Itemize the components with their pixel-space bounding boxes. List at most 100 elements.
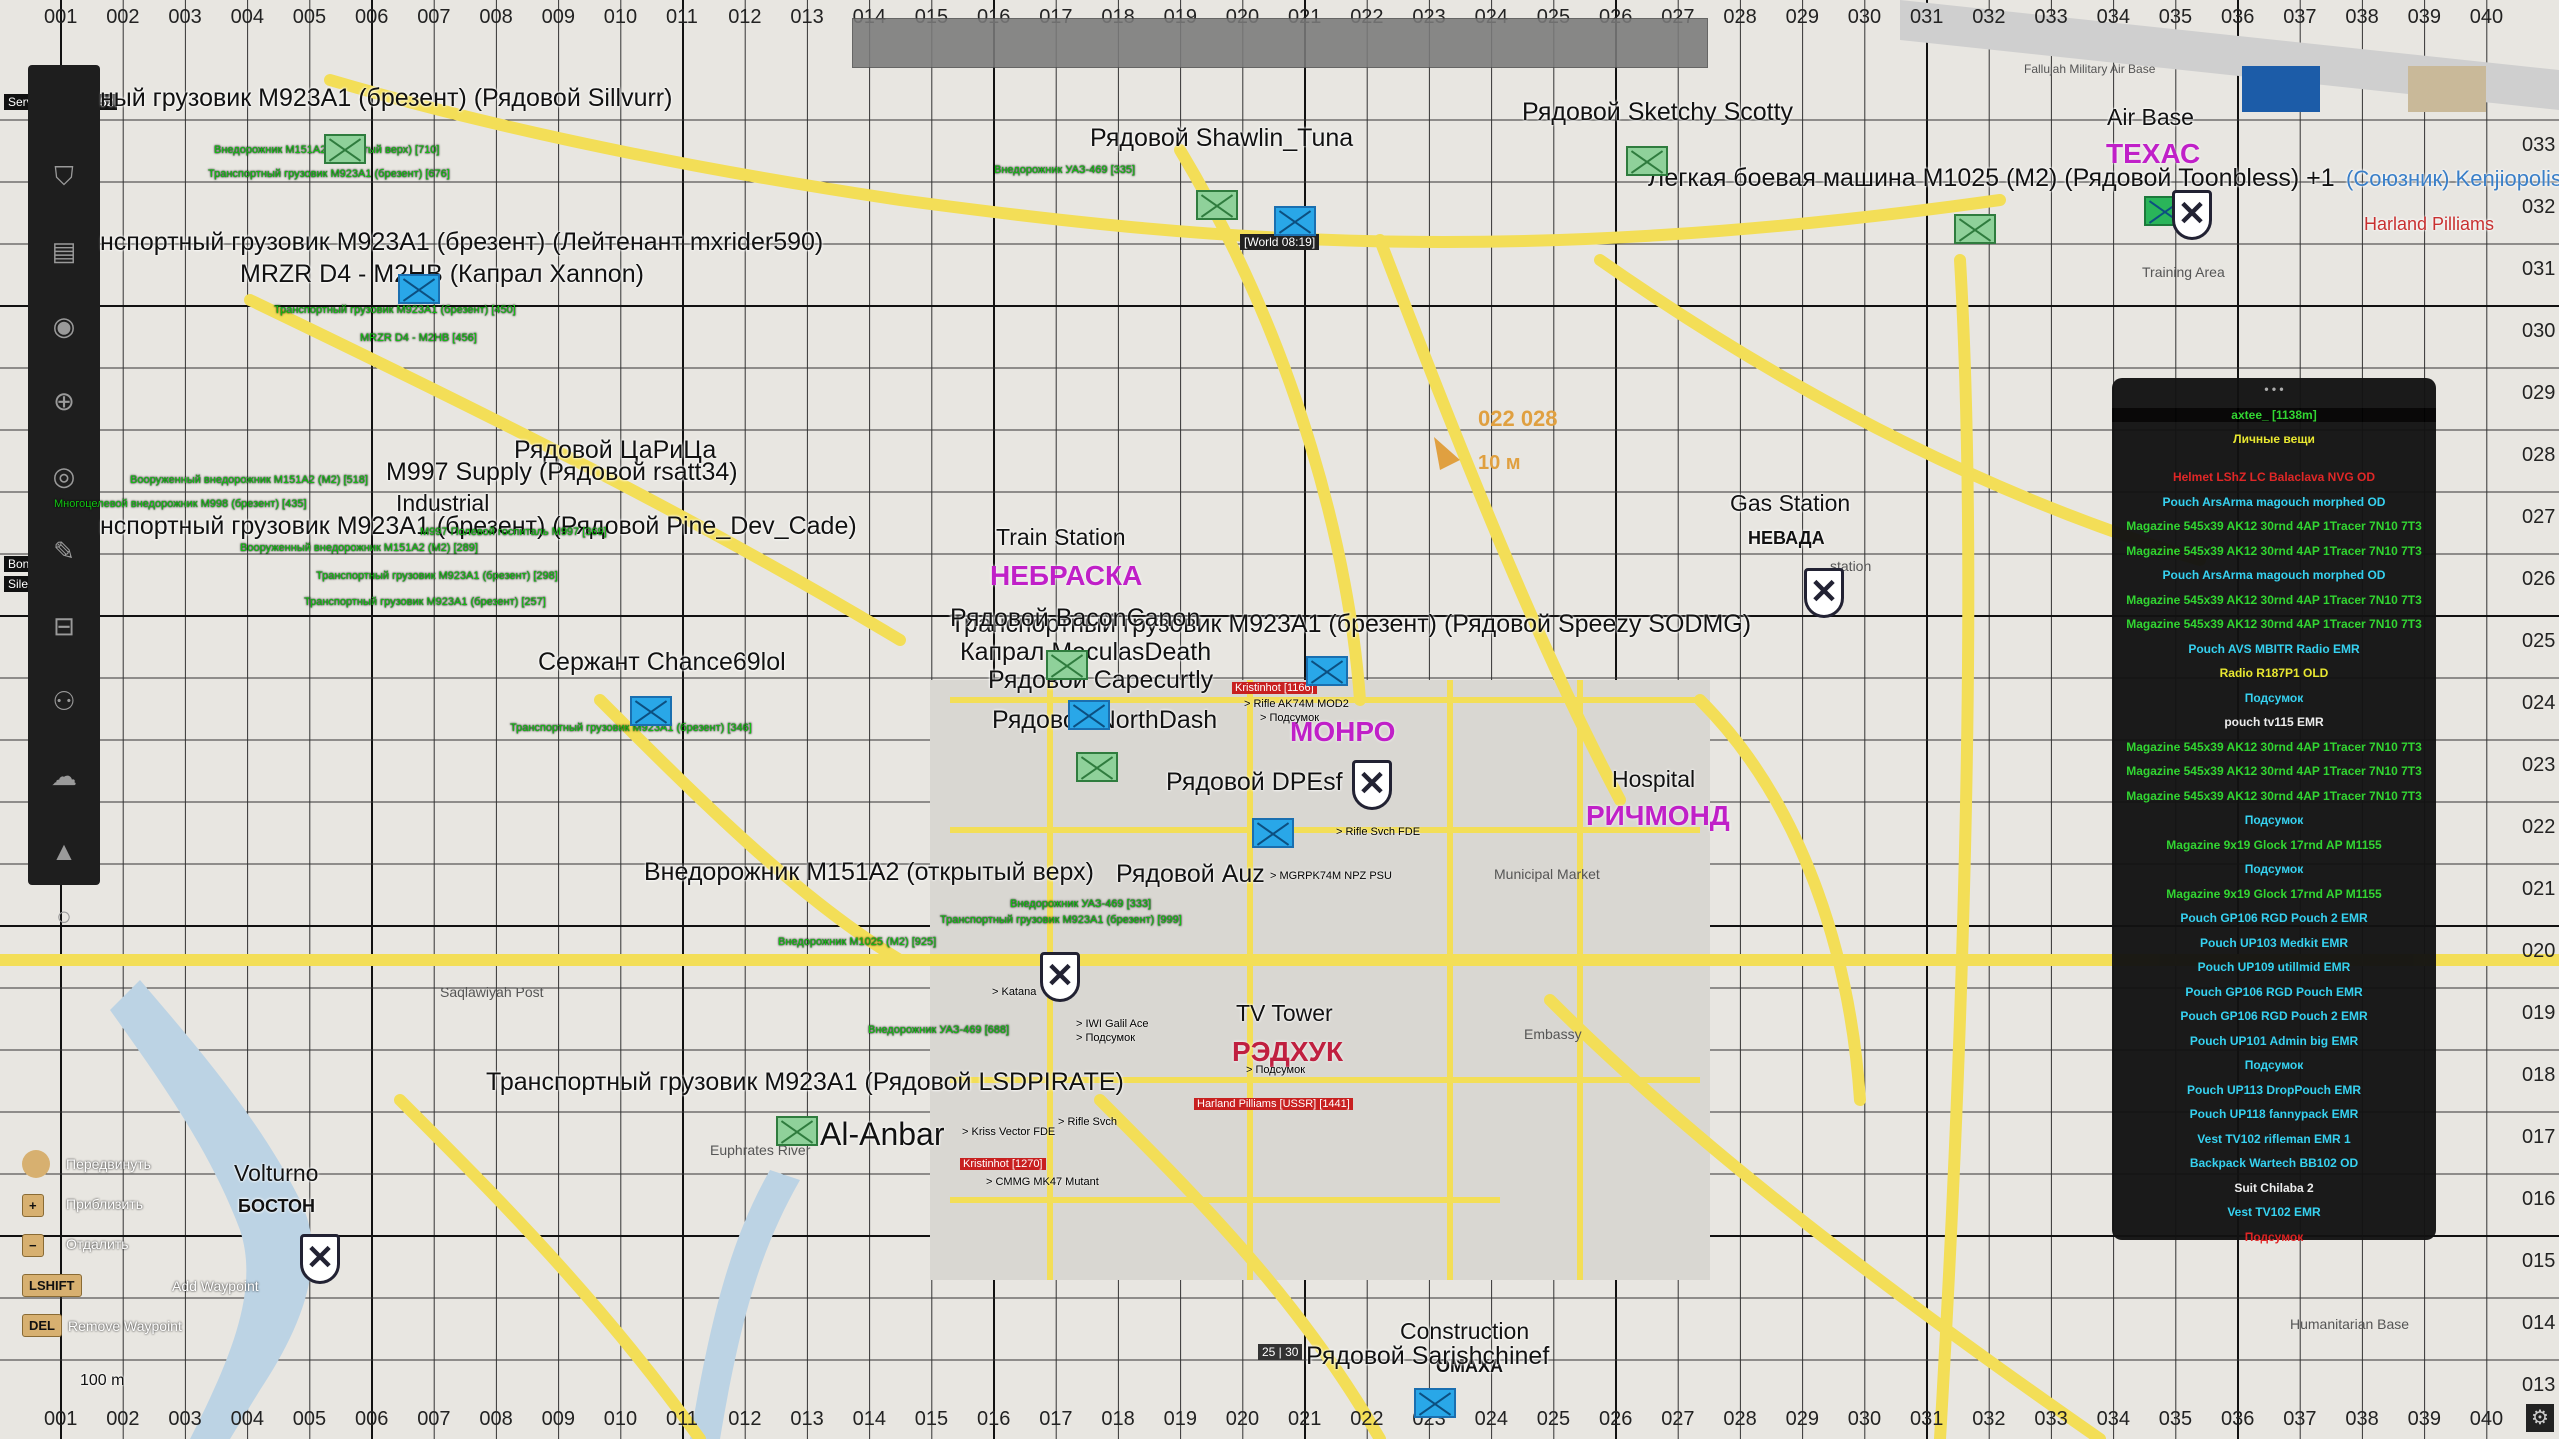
inventory-item[interactable]: Vest TV102 EMR: [2112, 1205, 2436, 1219]
vehicle-label[interactable]: Многоцелевой внедорожник M998 (брезент) …: [54, 498, 307, 510]
vehicle-marker[interactable]: [1046, 650, 1088, 680]
vehicle-label[interactable]: M997 Полевой госпиталь M997 [369]: [420, 526, 607, 538]
player-label[interactable]: Сержант Chance69lol: [538, 648, 786, 677]
inventory-item[interactable]: Pouch UP109 utillmid EMR: [2112, 960, 2436, 974]
vehicle-label[interactable]: Внедорожник УАЗ-469 [335]: [994, 164, 1135, 176]
vehicle-marker[interactable]: [1252, 818, 1294, 848]
vehicle-label[interactable]: Транспортный грузовик M923A1 (брезент) […: [208, 168, 450, 180]
player-label[interactable]: Рядовой Sketchy Scotty: [1522, 98, 1793, 127]
vehicle-label[interactable]: Вооруженный внедорожник M151A2 (M2) [518…: [130, 474, 368, 486]
player-label[interactable]: Рядовой DPEsf: [1166, 768, 1343, 797]
vehicle-marker[interactable]: [1068, 700, 1110, 730]
player-label[interactable]: Рядовой Auz: [1116, 860, 1265, 889]
settings-gear-icon[interactable]: ⚙: [2526, 1404, 2554, 1432]
vehicle-marker[interactable]: [1954, 214, 1996, 244]
vehicle-label[interactable]: Вооруженный внедорожник M151A2 (M2) [289…: [240, 542, 478, 554]
player-label[interactable]: MRZR D4 - M2HB (Капрал Xannon): [240, 260, 644, 289]
inventory-item[interactable]: pouch tv115 EMR: [2112, 715, 2436, 729]
inventory-item[interactable]: Radio R187P1 OLD: [2112, 666, 2436, 680]
inventory-item[interactable]: Подсумок: [2112, 1230, 2436, 1244]
pencil-icon[interactable]: ✎: [48, 535, 80, 567]
player-label[interactable]: ный грузовик M923A1 (брезент) (Рядовой S…: [100, 84, 672, 113]
player-label[interactable]: Рядовой Shawlin_Tuna: [1090, 124, 1353, 153]
vehicle-marker[interactable]: [324, 134, 366, 164]
inventory-item[interactable]: Подсумок: [2112, 813, 2436, 827]
inventory-item[interactable]: Backpack Wartech BB102 OD: [2112, 1156, 2436, 1170]
vehicle-marker[interactable]: [1076, 752, 1118, 782]
panel-drag-handle[interactable]: • • •: [2112, 382, 2436, 396]
vehicle-label[interactable]: Транспортный грузовик M923A1 (брезент) […: [304, 596, 546, 608]
vehicle-label[interactable]: Внедорожник УАЗ-469 [688]: [868, 1024, 1009, 1036]
vehicle-marker[interactable]: [1626, 146, 1668, 176]
inventory-item[interactable]: Pouch GP106 RGD Pouch 2 EMR: [2112, 911, 2436, 925]
inventory-item[interactable]: Pouch GP106 RGD Pouch EMR: [2112, 985, 2436, 999]
circle-icon[interactable]: ○: [48, 900, 80, 932]
inventory-item[interactable]: Magazine 545x39 AK12 30rnd 4AP 1Tracer 7…: [2112, 617, 2436, 631]
player-label[interactable]: Легкая боевая машина M1025 (M2) (Рядовой…: [1648, 164, 2335, 193]
inventory-item[interactable]: Подсумок: [2112, 691, 2436, 705]
zoom-out-key[interactable]: −: [22, 1234, 44, 1257]
inventory-item[interactable]: Vest TV102 rifleman EMR 1: [2112, 1132, 2436, 1146]
inventory-item[interactable]: Magazine 545x39 AK12 30rnd 4AP 1Tracer 7…: [2112, 764, 2436, 778]
inventory-item[interactable]: Magazine 545x39 AK12 30rnd 4AP 1Tracer 7…: [2112, 519, 2436, 533]
vehicle-marker[interactable]: [1274, 206, 1316, 236]
lshift-key[interactable]: LSHIFT: [22, 1274, 82, 1297]
inventory-item[interactable]: Magazine 9x19 Glock 17rnd AP M1155: [2112, 887, 2436, 901]
inventory-item[interactable]: Suit Chilaba 2: [2112, 1181, 2436, 1195]
vehicle-label[interactable]: Транспортный грузовик M923A1 (брезент) […: [940, 914, 1182, 926]
inventory-item[interactable]: Magazine 545x39 AK12 30rnd 4AP 1Tracer 7…: [2112, 740, 2436, 754]
ruler-icon[interactable]: ⊟: [48, 610, 80, 642]
player-label[interactable]: нспортный грузовик M923A1 (брезент) (Лей…: [100, 228, 823, 257]
tactical-map[interactable]: 001 002 003 004 005 006 007 008 009 010 011 012 013 0…: [0, 0, 2559, 1439]
vehicle-label[interactable]: Внедорожник УАЗ-469 [333]: [1010, 898, 1151, 910]
inventory-item[interactable]: Pouch UP101 Admin big EMR: [2112, 1034, 2436, 1048]
enemy-tag[interactable]: Harland Pilliams [USSR] [1441]: [1194, 1098, 1353, 1110]
vehicle-marker[interactable]: [1306, 656, 1348, 686]
inventory-panel[interactable]: • • • axtee_ [1138m] Личные вещи Helmet …: [2112, 378, 2436, 1244]
player-label[interactable]: M997 Supply (Рядовой rsatt34): [386, 458, 738, 487]
base-shield-icon[interactable]: ✕: [1040, 952, 1080, 1002]
vehicle-marker[interactable]: [1196, 190, 1238, 220]
inventory-item[interactable]: Pouch UP103 Medkit EMR: [2112, 936, 2436, 950]
target-icon[interactable]: ◎: [48, 460, 80, 492]
player-label[interactable]: (Союзник) Kenjiopolis: [2346, 166, 2559, 192]
cloud-icon[interactable]: ☁: [48, 760, 80, 792]
vehicle-marker[interactable]: [398, 274, 440, 304]
player-label[interactable]: Рядовой Sarishchinef: [1306, 1342, 1549, 1371]
vehicle-label[interactable]: MRZR D4 - M2HB [456]: [360, 332, 477, 344]
enemy-tag[interactable]: Kristinhot [1166]: [1232, 682, 1317, 694]
inventory-item[interactable]: Pouch UP113 DropPouch EMR: [2112, 1083, 2436, 1097]
player-label[interactable]: Транспортный грузовик M923A1 (Рядовой LS…: [486, 1068, 1124, 1097]
vehicle-label[interactable]: Транспортный грузовик M923A1 (брезент) […: [316, 570, 558, 582]
vehicle-label[interactable]: Внедорожник M1025 (M2) [925]: [778, 936, 936, 948]
vehicle-marker[interactable]: [630, 696, 672, 726]
inventory-item[interactable]: Подсумок: [2112, 862, 2436, 876]
base-shield-icon[interactable]: ✕: [300, 1234, 340, 1284]
inventory-item[interactable]: Подсумок: [2112, 1058, 2436, 1072]
users-icon[interactable]: ⚇: [48, 685, 80, 717]
layers-icon[interactable]: ▤: [48, 235, 80, 267]
inventory-item[interactable]: Pouch UP118 fannypack EMR: [2112, 1107, 2436, 1121]
vehicle-marker[interactable]: [1414, 1388, 1456, 1418]
inventory-item[interactable]: Pouch AVS MBITR Radio EMR: [2112, 642, 2436, 656]
inventory-item[interactable]: Magazine 9x19 Glock 17rnd AP M1155: [2112, 838, 2436, 852]
del-key[interactable]: DEL: [22, 1314, 62, 1337]
globe-icon[interactable]: ⊕: [48, 385, 80, 417]
base-shield-icon[interactable]: ✕: [1804, 568, 1844, 618]
inventory-item[interactable]: Pouch GP106 RGD Pouch 2 EMR: [2112, 1009, 2436, 1023]
player-label[interactable]: Внедорожник M151A2 (открытый верх): [644, 858, 1094, 887]
inventory-item[interactable]: Magazine 545x39 AK12 30rnd 4AP 1Tracer 7…: [2112, 593, 2436, 607]
vehicle-marker[interactable]: [776, 1116, 818, 1146]
inventory-item[interactable]: Pouch ArsArma magouch morphed OD: [2112, 495, 2436, 509]
base-shield-icon[interactable]: ✕: [2172, 190, 2212, 240]
enemy-tag[interactable]: Kristinhot [1270]: [960, 1158, 1046, 1170]
vehicle-label[interactable]: Транспортный грузовик M923A1 (брезент) […: [274, 304, 516, 316]
navigate-icon[interactable]: ▲: [48, 835, 80, 867]
player-label[interactable]: Рядовой Capecurtly: [988, 666, 1213, 695]
shield-icon[interactable]: ⛉: [48, 160, 80, 192]
player-label[interactable]: Рядовой BaconCanon: [950, 604, 1200, 633]
compass-icon[interactable]: ◉: [48, 310, 80, 342]
base-shield-icon[interactable]: ✕: [1352, 760, 1392, 810]
inventory-item[interactable]: Pouch ArsArma magouch morphed OD: [2112, 568, 2436, 582]
player-label[interactable]: Harland Pilliams: [2364, 214, 2494, 235]
